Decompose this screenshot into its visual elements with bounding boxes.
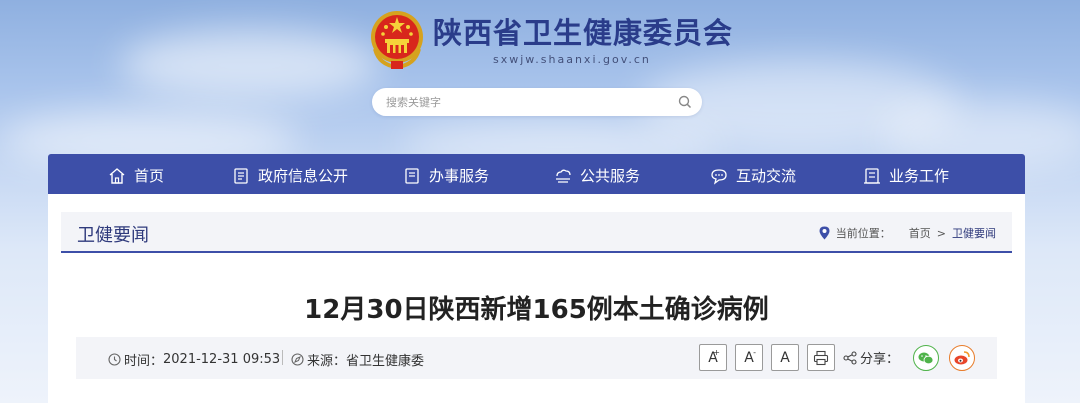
source-value: 省卫生健康委: [346, 354, 425, 369]
document-list-icon: [234, 167, 248, 184]
location-label: 当前位置：: [835, 227, 891, 240]
content-panel: 卫健要闻 当前位置： 首页 > 卫健要闻 12月30日陕西新增165例本土确诊病…: [48, 194, 1025, 403]
nav-item-label: 首页: [134, 167, 165, 185]
font-size-small-button[interactable]: A-: [734, 344, 763, 371]
section-header: 卫健要闻 当前位置： 首页 > 卫健要闻: [61, 212, 1012, 253]
breadcrumb-separator: >: [936, 226, 946, 240]
nav-item-government-info[interactable]: 政府信息公开: [232, 165, 348, 186]
main-nav: 首页 政府信息公开 办事服务 公共服务 互动交流 业务工作: [48, 154, 1025, 194]
home-icon: [109, 167, 125, 184]
compass-icon: [291, 353, 304, 366]
nav-item-public-services[interactable]: 公共服务: [554, 165, 640, 186]
share-label: 分享：: [859, 352, 899, 367]
printer-icon: [813, 350, 829, 365]
site-brand[interactable]: 陕西省卫生健康委员会 sxwjw.shaanxi.gov.cn: [369, 9, 733, 71]
share-wechat-button[interactable]: [913, 344, 939, 371]
article-source: 来源： 省卫生健康委: [291, 350, 424, 369]
time-value: 2021-12-31 09:53: [163, 352, 281, 367]
site-name: 陕西省卫生健康委员会: [433, 15, 734, 50]
weibo-icon: [954, 350, 970, 364]
nav-item-services[interactable]: 办事服务: [403, 165, 489, 186]
background-cloud: [120, 30, 380, 100]
national-emblem-icon: [371, 11, 423, 70]
site-domain: sxwjw.shaanxi.gov.cn: [493, 52, 651, 66]
minus-glyph: -: [753, 348, 756, 357]
plus-glyph: +: [713, 348, 720, 357]
wechat-icon: [918, 352, 934, 364]
time-label: 时间：: [124, 354, 164, 369]
breadcrumb-home-link[interactable]: 首页: [909, 225, 931, 241]
nav-item-label: 政府信息公开: [258, 167, 349, 185]
breadcrumb: 当前位置： 首页 > 卫健要闻: [819, 225, 996, 241]
publish-time: 时间： 2021-12-31 09:53: [108, 350, 280, 369]
clipboard-icon: [405, 167, 419, 184]
nav-item-label: 办事服务: [429, 167, 490, 185]
share-group: 分享：: [843, 344, 975, 371]
nav-item-label: 公共服务: [580, 167, 641, 185]
search-icon[interactable]: [678, 95, 692, 109]
nav-item-interaction[interactable]: 互动交流: [710, 165, 796, 186]
nav-item-business[interactable]: 业务工作: [863, 165, 949, 186]
share-weibo-button[interactable]: [949, 344, 975, 371]
chat-icon: [711, 168, 727, 185]
cloud-service-icon: [556, 169, 571, 183]
breadcrumb-current-link[interactable]: 卫健要闻: [952, 225, 996, 241]
nav-item-label: 互动交流: [736, 167, 797, 185]
article-tools: A + A- A 分享：: [698, 344, 975, 371]
location-pin-icon: [819, 226, 830, 240]
clock-icon: [108, 353, 121, 366]
share-icon: [843, 350, 857, 365]
source-label: 来源：: [307, 354, 347, 369]
search-box: [372, 88, 702, 116]
print-button[interactable]: [806, 344, 835, 371]
article-meta-bar: 时间： 2021-12-31 09:53 来源： 省卫生健康委 A+ A- A: [76, 337, 997, 379]
search-input[interactable]: [386, 95, 678, 109]
meta-divider: [282, 350, 283, 365]
font-size-reset-button[interactable]: A: [770, 344, 799, 371]
font-size-large-button[interactable]: A +: [698, 344, 727, 371]
nav-item-home[interactable]: 首页: [108, 165, 164, 186]
nav-item-label: 业务工作: [889, 167, 950, 185]
font-small-label: A: [780, 349, 790, 366]
section-title: 卫健要闻: [77, 225, 149, 246]
briefcase-icon: [864, 167, 880, 184]
article-title: 12月30日陕西新增165例本土确诊病例: [304, 295, 769, 325]
